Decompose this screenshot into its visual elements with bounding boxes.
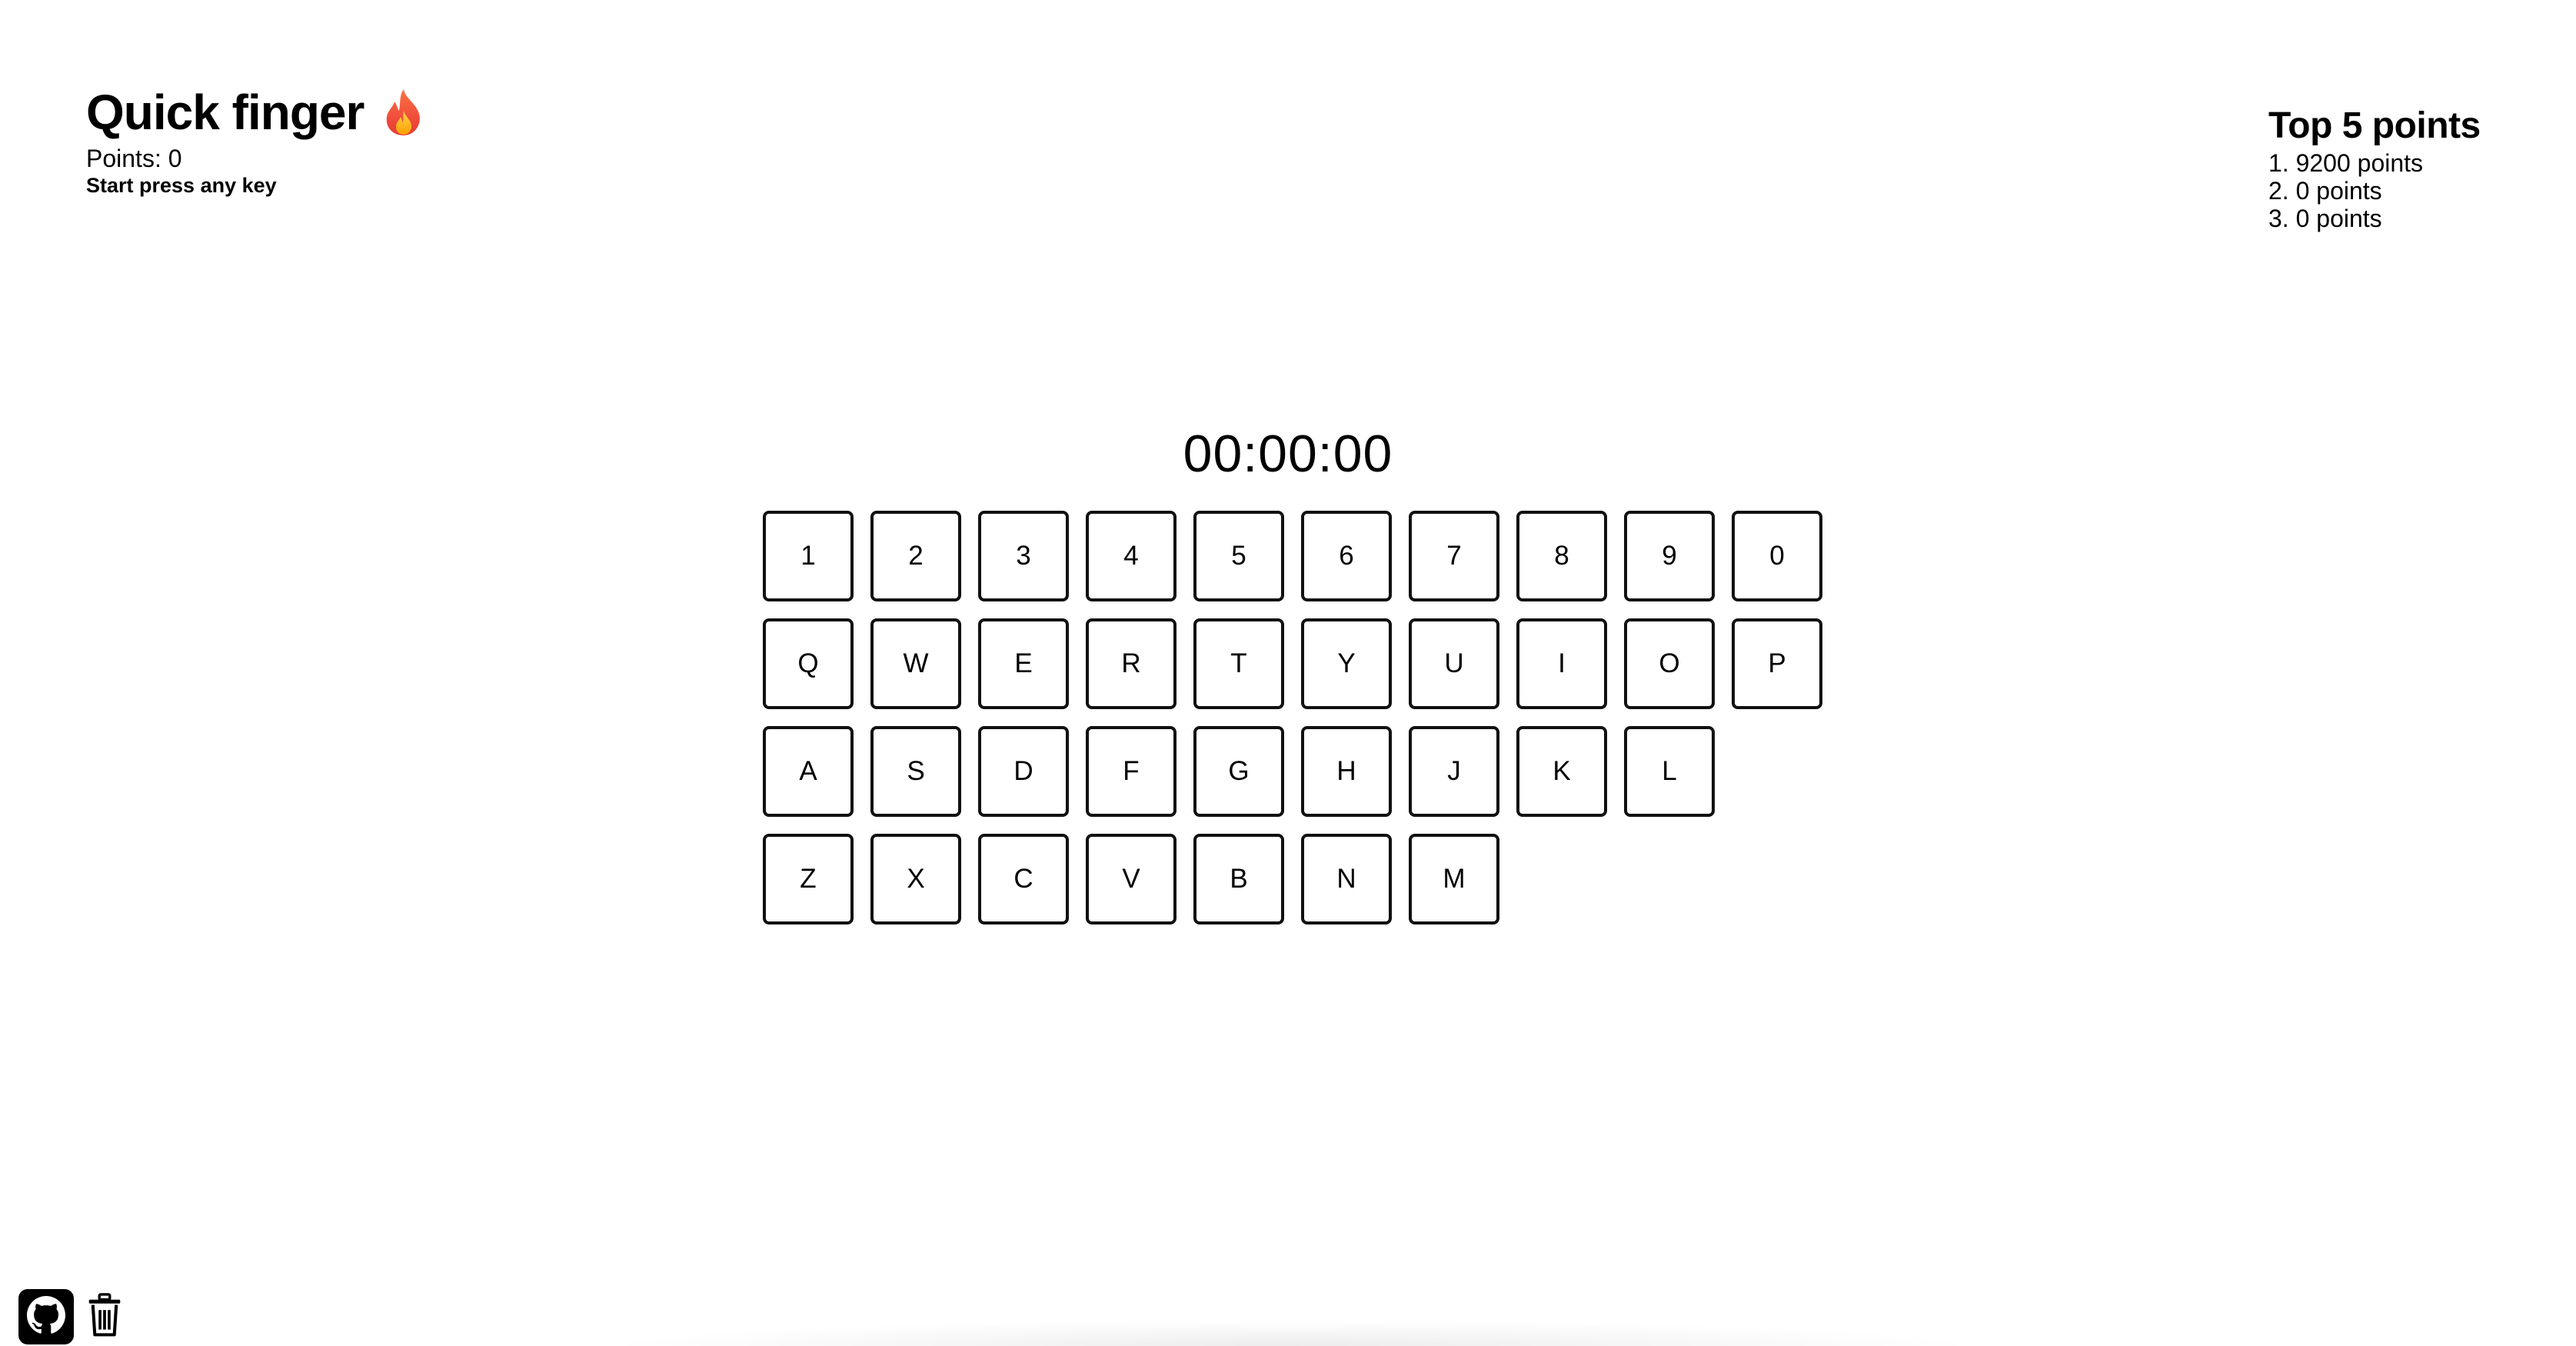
leaderboard-title: Top 5 points bbox=[2268, 105, 2481, 146]
key-t[interactable]: T bbox=[1193, 618, 1284, 709]
key-n[interactable]: N bbox=[1301, 834, 1392, 925]
start-hint: Start press any key bbox=[86, 174, 277, 197]
key-q[interactable]: Q bbox=[763, 618, 854, 709]
bottom-icons bbox=[18, 1289, 125, 1344]
key-v[interactable]: V bbox=[1086, 834, 1177, 925]
key-3[interactable]: 3 bbox=[978, 511, 1069, 601]
key-d[interactable]: D bbox=[978, 726, 1069, 817]
app-title: Quick finger bbox=[86, 85, 364, 140]
key-h[interactable]: H bbox=[1301, 726, 1392, 817]
flame-icon bbox=[382, 88, 425, 137]
github-icon bbox=[27, 1295, 65, 1338]
key-i[interactable]: I bbox=[1516, 618, 1607, 709]
key-a[interactable]: A bbox=[763, 726, 854, 817]
key-row-middle: A S D F G H J K L bbox=[763, 726, 1822, 817]
key-c[interactable]: C bbox=[978, 834, 1069, 925]
key-2[interactable]: 2 bbox=[870, 511, 961, 601]
key-f[interactable]: F bbox=[1086, 726, 1177, 817]
key-z[interactable]: Z bbox=[763, 834, 854, 925]
points-display: Points: 0 bbox=[86, 145, 182, 172]
key-s[interactable]: S bbox=[870, 726, 961, 817]
clear-scores-button[interactable] bbox=[85, 1289, 125, 1344]
key-6[interactable]: 6 bbox=[1301, 511, 1392, 601]
key-1[interactable]: 1 bbox=[763, 511, 854, 601]
key-row-bottom: Z X C V B N M bbox=[763, 834, 1822, 925]
trash-icon bbox=[88, 1292, 121, 1341]
key-p[interactable]: P bbox=[1732, 618, 1822, 709]
key-b[interactable]: B bbox=[1193, 834, 1284, 925]
page: Quick finger Points: 0 Start press any k… bbox=[0, 0, 2576, 1346]
key-row-top: Q W E R T Y U I O P bbox=[763, 618, 1822, 709]
key-4[interactable]: 4 bbox=[1086, 511, 1177, 601]
header: Quick finger Points: 0 Start press any k… bbox=[86, 83, 425, 198]
key-l[interactable]: L bbox=[1624, 726, 1715, 817]
key-k[interactable]: K bbox=[1516, 726, 1607, 817]
timer: 00:00:00 bbox=[1183, 425, 1393, 483]
key-row-numbers: 1 2 3 4 5 6 7 8 9 0 bbox=[763, 511, 1822, 601]
key-9[interactable]: 9 bbox=[1624, 511, 1715, 601]
github-button[interactable] bbox=[18, 1289, 74, 1344]
leaderboard-list: 1. 9200 points 2. 0 points 3. 0 points bbox=[2268, 149, 2481, 232]
bottom-shadow bbox=[600, 1320, 1984, 1346]
key-e[interactable]: E bbox=[978, 618, 1069, 709]
leaderboard-item: 3. 0 points bbox=[2268, 205, 2382, 232]
key-5[interactable]: 5 bbox=[1193, 511, 1284, 601]
key-7[interactable]: 7 bbox=[1409, 511, 1499, 601]
leaderboard-item: 2. 0 points bbox=[2268, 177, 2382, 205]
keyboard: 1 2 3 4 5 6 7 8 9 0 Q W E R T Y U I O P … bbox=[763, 511, 1822, 941]
title-row: Quick finger bbox=[86, 83, 425, 142]
leaderboard-item: 1. 9200 points bbox=[2268, 149, 2424, 177]
key-r[interactable]: R bbox=[1086, 618, 1177, 709]
key-w[interactable]: W bbox=[870, 618, 961, 709]
key-o[interactable]: O bbox=[1624, 618, 1715, 709]
key-y[interactable]: Y bbox=[1301, 618, 1392, 709]
key-0[interactable]: 0 bbox=[1732, 511, 1822, 601]
key-u[interactable]: U bbox=[1409, 618, 1499, 709]
key-g[interactable]: G bbox=[1193, 726, 1284, 817]
key-x[interactable]: X bbox=[870, 834, 961, 925]
key-j[interactable]: J bbox=[1409, 726, 1499, 817]
leaderboard: Top 5 points 1. 9200 points 2. 0 points … bbox=[2268, 103, 2481, 232]
key-m[interactable]: M bbox=[1409, 834, 1499, 925]
key-8[interactable]: 8 bbox=[1516, 511, 1607, 601]
